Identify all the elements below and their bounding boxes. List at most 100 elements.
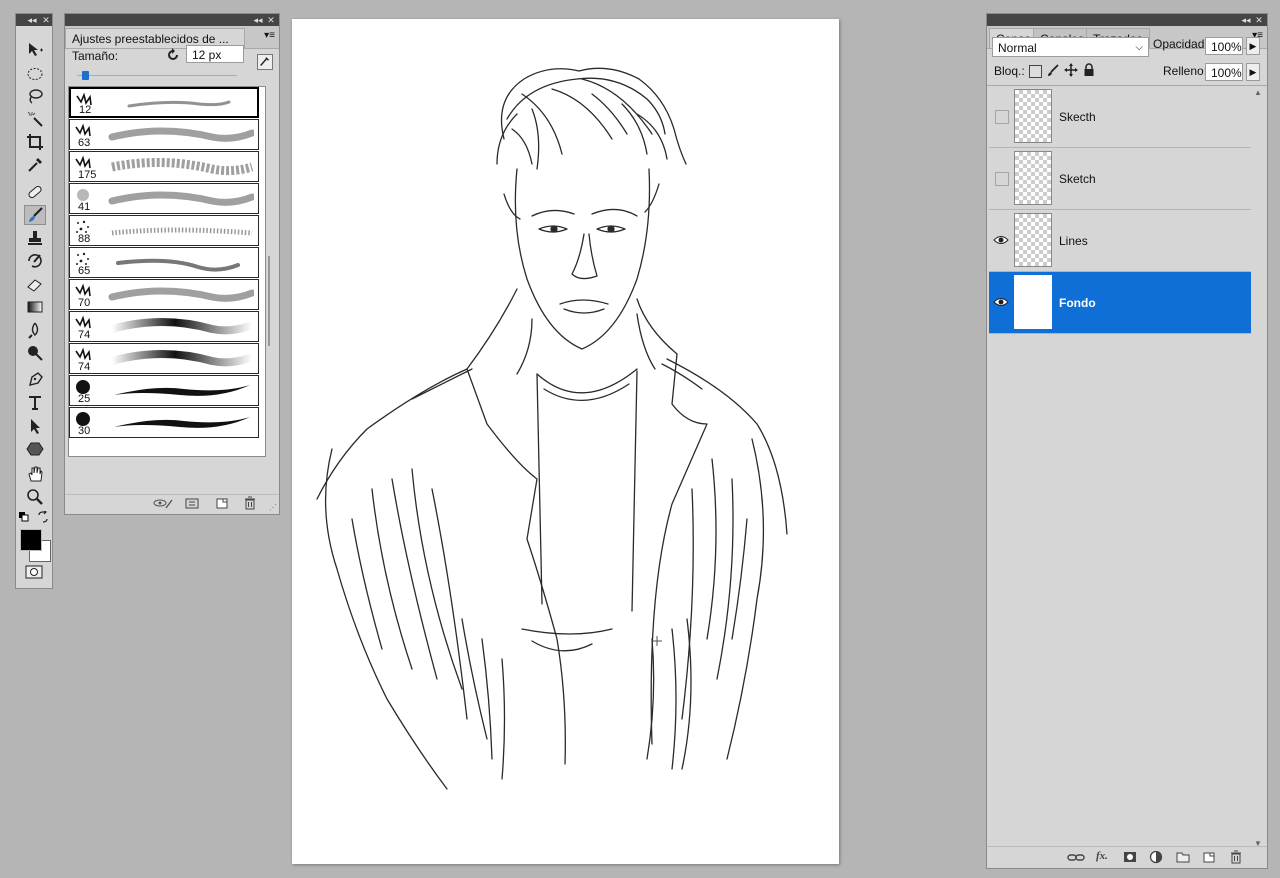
hand-tool[interactable] [24, 464, 46, 484]
brush-stroke-preview [111, 227, 253, 236]
pen-tool[interactable] [24, 370, 46, 390]
grid-view-icon[interactable] [185, 496, 199, 510]
lasso-tool[interactable] [24, 86, 46, 106]
lock-all-icon[interactable] [1083, 63, 1095, 77]
link-layers-icon[interactable] [1067, 850, 1085, 864]
path-select-icon [31, 419, 40, 434]
magic-wand-tool[interactable] [24, 109, 46, 129]
layer-row[interactable]: Sketch [989, 148, 1251, 210]
layer-list: Skecth Sketch Lines Fondo [987, 86, 1253, 846]
new-group-icon[interactable] [1176, 850, 1190, 864]
collapse-button[interactable]: ◂◂ [1240, 14, 1252, 26]
brush-preset-item[interactable]: 25 [69, 375, 259, 406]
fill-input[interactable]: 100% [1205, 63, 1243, 81]
brush-preset-item[interactable]: 12 [69, 87, 259, 118]
foreground-color-swatch[interactable] [20, 529, 42, 551]
lock-pixels-icon[interactable] [1046, 63, 1060, 77]
brush-preset-item[interactable]: 63 [69, 119, 259, 150]
resize-grip-icon[interactable]: ⋰ [269, 503, 277, 512]
clone-stamp-tool[interactable] [24, 228, 46, 248]
brush-preset-item[interactable]: 65 [69, 247, 259, 278]
eyedropper-tool[interactable] [24, 155, 46, 175]
brush-preset-item[interactable]: 175 [69, 151, 259, 182]
close-button[interactable]: ✕ [40, 14, 52, 26]
move-tool[interactable] [24, 40, 46, 60]
quick-mask-icon[interactable] [25, 565, 43, 579]
brush-stroke-preview [114, 385, 250, 396]
type-tool[interactable] [24, 393, 46, 413]
brush-size-label: 70 [78, 297, 91, 309]
healing-brush-tool[interactable] [24, 182, 46, 202]
trash-icon[interactable] [243, 496, 257, 510]
reset-size-icon[interactable] [165, 47, 181, 63]
eye-icon[interactable] [993, 294, 1009, 310]
size-slider-track[interactable] [77, 75, 237, 76]
brush-tool[interactable] [24, 205, 46, 225]
lock-transparency-icon[interactable] [1029, 65, 1042, 78]
size-input[interactable]: 12 px [186, 45, 244, 63]
brush-preset-item[interactable]: 70 [69, 279, 259, 310]
brush-preset-item[interactable]: 74 [69, 343, 259, 374]
blur-tool[interactable] [24, 320, 46, 340]
size-slider-thumb[interactable] [82, 71, 89, 80]
layer-thumbnail [1014, 275, 1052, 329]
layer-row[interactable]: Lines [989, 210, 1251, 272]
brush-preset-item[interactable]: 74 [69, 311, 259, 342]
add-mask-icon[interactable] [1123, 850, 1137, 864]
brush-panel-icon[interactable] [257, 54, 273, 70]
brush-preset-item[interactable]: 41 [69, 183, 259, 214]
blend-mode-select[interactable]: Normal ⌵ [992, 37, 1149, 57]
layers-scrollbar[interactable]: ▲ ▼ [1252, 88, 1264, 848]
brush-stroke-preview [108, 287, 254, 302]
shape-tool[interactable] [24, 439, 46, 459]
fill-arrow-button[interactable]: ▶ [1246, 63, 1260, 81]
collapse-button[interactable]: ◂◂ [26, 14, 38, 26]
new-preset-icon[interactable] [215, 496, 229, 510]
zoom-tool[interactable] [24, 487, 46, 507]
path-selection-tool[interactable] [24, 416, 46, 436]
lock-position-icon[interactable] [1064, 63, 1078, 77]
collapse-button[interactable]: ◂◂ [252, 14, 264, 26]
brush-icon [29, 207, 43, 222]
brush-preset-list[interactable]: 12 63 175 41 88 65 70 74 74 25 30 [68, 86, 266, 457]
close-button[interactable]: ✕ [1253, 14, 1265, 26]
brush-stroke-preview [127, 100, 231, 108]
close-button[interactable]: ✕ [265, 14, 277, 26]
layer-row[interactable]: Skecth [989, 86, 1251, 148]
delete-layer-icon[interactable] [1229, 850, 1243, 864]
eye-icon[interactable] [993, 232, 1009, 248]
magic-wand-icon [27, 111, 43, 127]
gradient-tool[interactable] [24, 297, 46, 317]
opacity-arrow-button[interactable]: ▶ [1246, 37, 1260, 55]
crop-tool[interactable] [24, 132, 46, 152]
visibility-toggle[interactable] [995, 110, 1009, 124]
eraser-tool[interactable] [24, 274, 46, 294]
adjustment-layer-icon[interactable] [1149, 850, 1163, 864]
layers-titlebar: ◂◂ ✕ [987, 14, 1267, 26]
brush-list-scrollbar[interactable] [265, 86, 277, 455]
brush-size-label: 65 [78, 265, 91, 277]
layer-row[interactable]: Fondo [989, 272, 1251, 334]
toggle-preview-icon[interactable] [153, 496, 175, 510]
stamp-icon [28, 231, 42, 245]
visibility-toggle[interactable] [995, 172, 1009, 186]
layer-thumbnail [1014, 213, 1052, 267]
document-canvas[interactable] [292, 19, 839, 864]
default-colors-icon[interactable] [19, 511, 29, 522]
panel-menu-icon[interactable]: ▾≡ [264, 30, 275, 41]
opacity-input[interactable]: 100% [1205, 37, 1243, 55]
brush-preset-item[interactable]: 30 [69, 407, 259, 438]
brush-stroke-preview [111, 157, 254, 176]
history-brush-tool[interactable] [24, 251, 46, 271]
fx-icon[interactable]: fx. [1096, 850, 1112, 864]
dodge-tool[interactable] [24, 343, 46, 363]
fill-label: Relleno: [1163, 64, 1208, 78]
brush-preset-item[interactable]: 88 [69, 215, 259, 246]
pen-icon [29, 372, 43, 386]
marquee-tool[interactable] [24, 64, 46, 84]
eyedropper-icon [28, 158, 42, 172]
swap-colors-icon[interactable] [37, 509, 49, 523]
layers-panel: ◂◂ ✕ Capas Canales Trazados ▾≡ Normal ⌵ … [986, 13, 1268, 869]
tools-titlebar: ◂◂ ✕ [16, 14, 52, 26]
new-layer-icon[interactable] [1202, 850, 1216, 864]
